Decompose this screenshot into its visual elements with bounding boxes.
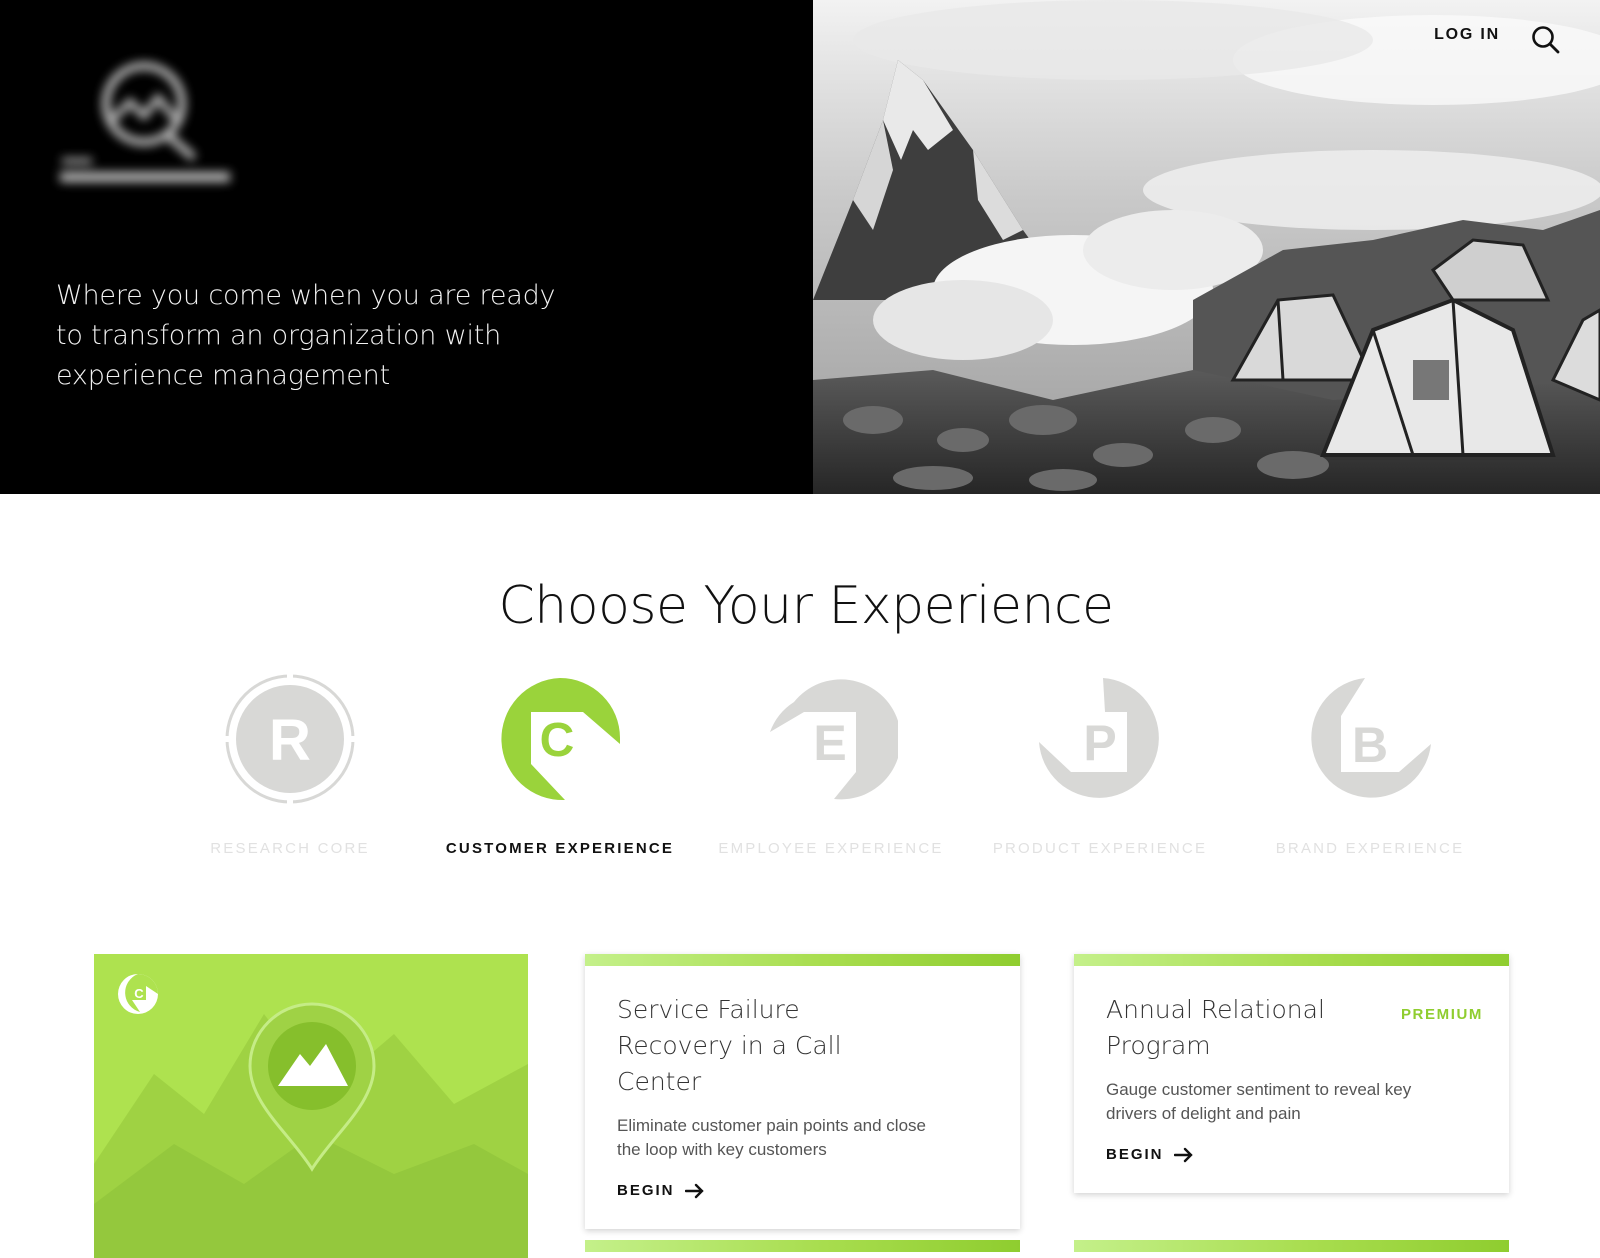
hero-left-panel: Where you come when you are ready to tra… [0, 0, 813, 494]
program-card-partial[interactable] [585, 1240, 1020, 1258]
svg-text:C: C [540, 714, 575, 767]
brand-logo[interactable] [60, 62, 235, 192]
svg-text:B: B [1352, 717, 1388, 773]
brand-experience-icon: B [1311, 678, 1431, 798]
experience-option-research-core[interactable]: R RESEARCH CORE [160, 672, 420, 857]
begin-button[interactable]: BEGIN [1106, 1146, 1194, 1163]
svg-text:P: P [1083, 715, 1116, 771]
svg-text:E: E [813, 715, 846, 771]
card-accent-bar [585, 1240, 1020, 1252]
featured-program-image[interactable]: C [94, 954, 528, 1258]
research-core-icon: R [223, 672, 357, 806]
hero-mountain-photo: LOG IN [813, 0, 1600, 494]
experience-option-product-experience[interactable]: P PRODUCT EXPERIENCE [970, 672, 1230, 857]
card-accent-bar [585, 954, 1020, 966]
experience-label: PRODUCT EXPERIENCE [992, 840, 1208, 857]
customer-experience-icon: C [501, 678, 620, 801]
card-title: Service Failure Recovery in a Call Cente… [617, 995, 842, 1096]
experience-label: CUSTOMER EXPERIENCE [445, 840, 675, 857]
experience-selector: R RESEARCH CORE C CUSTOMER EXPERIENCE E … [0, 672, 1600, 862]
program-card[interactable]: Service Failure Recovery in a Call Cente… [585, 954, 1020, 1229]
login-link[interactable]: LOG IN [1434, 26, 1500, 44]
card-title: Annual Relational Program [1106, 995, 1325, 1060]
experience-option-customer-experience[interactable]: C CUSTOMER EXPERIENCE [430, 672, 690, 857]
experience-label: RESEARCH CORE [210, 840, 370, 857]
card-description: Gauge customer sentiment to reveal key d… [1106, 1080, 1412, 1123]
card-accent-bar [1074, 954, 1509, 966]
experience-option-brand-experience[interactable]: B BRAND EXPERIENCE [1240, 672, 1500, 857]
arrow-right-icon [684, 1183, 704, 1198]
section-title: Choose Your Experience [498, 576, 1114, 636]
card-description: Eliminate customer pain points and close… [617, 1116, 926, 1159]
svg-text:R: R [269, 708, 311, 773]
hero-tagline: Where you come when you are ready to tra… [56, 280, 556, 391]
begin-label: BEGIN [1106, 1146, 1164, 1163]
premium-badge: PREMIUM [1400, 1006, 1483, 1023]
begin-button[interactable]: BEGIN [617, 1182, 705, 1199]
card-accent-bar [1074, 1240, 1509, 1252]
search-icon[interactable] [1530, 24, 1560, 54]
employee-experience-icon: E [770, 679, 901, 800]
arrow-right-icon [1173, 1147, 1193, 1162]
hero-banner: Where you come when you are ready to tra… [0, 0, 1600, 494]
product-experience-icon: P [1039, 678, 1159, 798]
experience-label: BRAND EXPERIENCE [1275, 840, 1465, 857]
customer-experience-mini-icon: C [118, 974, 158, 1014]
program-card-partial[interactable] [1074, 1240, 1509, 1258]
svg-text:C: C [134, 986, 144, 1001]
experience-option-employee-experience[interactable]: E EMPLOYEE EXPERIENCE [701, 672, 961, 857]
begin-label: BEGIN [617, 1182, 675, 1199]
experience-label: EMPLOYEE EXPERIENCE [718, 840, 944, 857]
program-card[interactable]: PREMIUM Annual Relational Program Gauge … [1074, 954, 1509, 1193]
